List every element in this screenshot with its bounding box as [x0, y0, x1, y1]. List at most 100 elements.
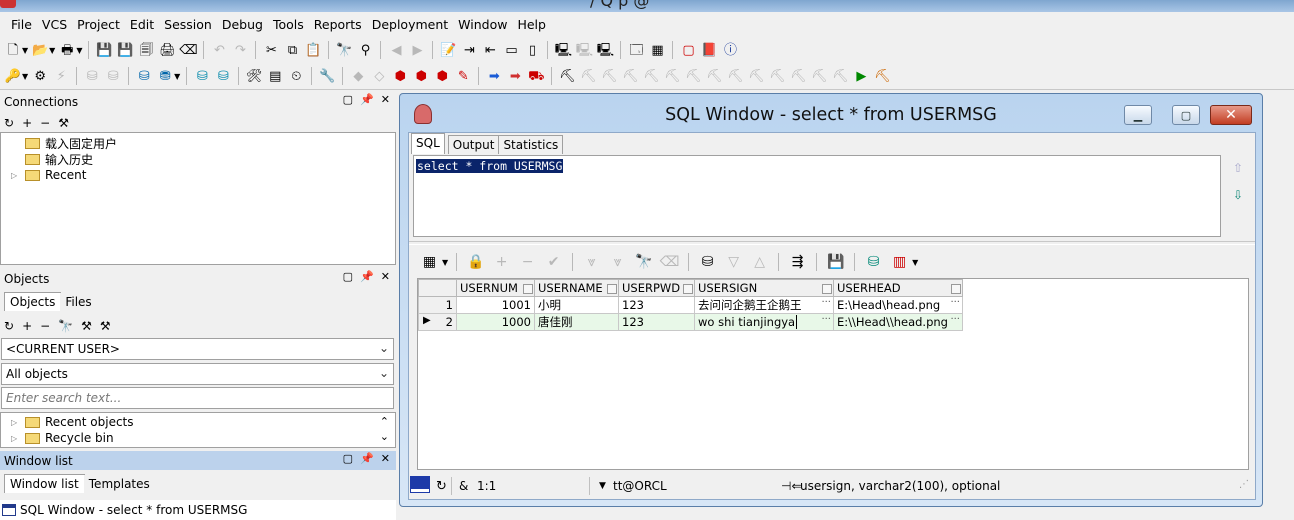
truck-icon[interactable]: ⛟ — [527, 67, 545, 85]
chevron-down-icon[interactable]: ▼ — [22, 72, 28, 81]
tab-output[interactable]: Output — [447, 135, 500, 154]
session-icon-13[interactable]: ⛏ — [810, 67, 828, 85]
info-icon[interactable]: ⓘ — [721, 41, 739, 59]
refresh-icon[interactable]: ↻ — [436, 479, 447, 494]
db-plus-icon[interactable]: ⛁ — [193, 67, 211, 85]
sort-button[interactable] — [683, 284, 693, 294]
column-header[interactable]: USERNUM — [456, 279, 535, 297]
pin-icon[interactable]: 📌 — [360, 270, 374, 283]
pane-splitter[interactable] — [409, 241, 1255, 245]
tab-files[interactable]: Files — [60, 293, 97, 311]
pin-icon[interactable]: 📌 — [360, 452, 374, 465]
close-icon[interactable]: ✕ — [381, 93, 390, 106]
session-stop-icon[interactable]: ⛏ — [873, 67, 891, 85]
chart-icon[interactable]: ▥ — [889, 253, 910, 271]
delete-record-icon[interactable]: − — [517, 253, 538, 271]
tree-scrollbar[interactable]: ⌃ ⌄ — [380, 414, 389, 444]
tab-statistics[interactable]: Statistics — [498, 135, 564, 154]
arrow-down-icon[interactable]: ⇩ — [1233, 188, 1243, 202]
table-cell[interactable]: 123 — [618, 313, 695, 331]
paste-icon[interactable]: 📋 — [304, 41, 322, 59]
table-icon[interactable]: ▤ — [266, 67, 284, 85]
record-edit-icon[interactable]: ✎ — [454, 67, 472, 85]
unindent-icon[interactable]: ⇤ — [481, 41, 499, 59]
indent-icon[interactable]: ⇥ — [460, 41, 478, 59]
redo-icon[interactable]: ↷ — [231, 41, 249, 59]
eraser-icon[interactable]: ◇ — [370, 67, 388, 85]
cut-icon[interactable]: ✂ — [262, 41, 280, 59]
tab-sql[interactable]: SQL — [411, 133, 445, 154]
undo-icon[interactable]: ↶ — [210, 41, 228, 59]
properties-icon[interactable]: ⚒ — [58, 116, 69, 130]
tree-item-recent-objects[interactable]: ▷ Recent objects — [11, 415, 134, 429]
expand-icon[interactable]: ▷ — [11, 171, 19, 180]
chevron-down-icon[interactable]: ▼ — [49, 46, 55, 55]
table-row[interactable]: 1 1001 小明 123 去问问企鹅王企鹅王 ··· E:\Head\head.… — [418, 296, 963, 314]
export-icon[interactable]: ⇶ — [787, 253, 808, 271]
open-icon[interactable]: 📂 — [31, 41, 49, 59]
table-row-current[interactable]: ▶ 2 1000 唐佳刚 123 wo shi tianjingya ··· E:\… — [418, 313, 963, 331]
bookmark-icon[interactable]: ◆ — [349, 67, 367, 85]
close-button[interactable]: ✕ — [1210, 105, 1252, 125]
uncomment-icon[interactable]: ▯ — [523, 41, 541, 59]
save-icon[interactable]: 💾 — [825, 253, 846, 271]
arrow-right-icon[interactable]: ➡ — [485, 67, 503, 85]
ellipsis-button[interactable]: ··· — [821, 315, 831, 326]
close-icon[interactable]: ✕ — [381, 452, 390, 465]
edit-icon[interactable]: ⚒ — [100, 319, 111, 333]
filter-down-icon[interactable]: ▽ — [723, 253, 744, 271]
goto-forward-icon[interactable]: ▶ — [408, 41, 426, 59]
session-icon-11[interactable]: ⛏ — [768, 67, 786, 85]
session-icon-7[interactable]: ⛏ — [684, 67, 702, 85]
column-header[interactable]: USERHEAD — [833, 279, 963, 297]
minimize-button[interactable]: ▁ — [1124, 105, 1152, 125]
chevron-down-icon[interactable]: ▼ — [76, 46, 82, 55]
sort-button[interactable] — [523, 284, 533, 294]
arrow-right2-icon[interactable]: ➡ — [506, 67, 524, 85]
session-icon-4[interactable]: ⛏ — [621, 67, 639, 85]
record-icon[interactable]: ⬢ — [391, 67, 409, 85]
goto-back-icon[interactable]: ◀ — [387, 41, 405, 59]
menu-edit[interactable]: Edit — [125, 17, 159, 32]
table-cell[interactable]: 1001 — [456, 296, 535, 314]
key-icon[interactable]: 🔑 — [4, 67, 22, 85]
sort-button[interactable] — [822, 284, 832, 294]
expand-icon[interactable]: ▷ — [11, 418, 19, 427]
chevron-down-icon[interactable]: ⌄ — [379, 366, 389, 380]
new-icon[interactable]: 🗋 — [4, 41, 22, 59]
insert-record-icon[interactable]: + — [491, 253, 512, 271]
tile-icon[interactable]: ▦ — [648, 41, 666, 59]
describe-icon[interactable]: 🖳 — [596, 41, 614, 59]
remove-icon[interactable]: − — [40, 319, 50, 333]
table-cell[interactable]: 唐佳刚 — [534, 313, 619, 331]
window-list-icon[interactable]: 🗔 — [627, 41, 645, 59]
chevron-down-icon[interactable]: ▼ — [442, 258, 448, 267]
table-cell[interactable]: 去问问企鹅王企鹅王 ··· — [694, 296, 834, 314]
find-icon[interactable]: 🔭 — [58, 319, 73, 333]
execute-script-icon[interactable]: 📝 — [439, 41, 457, 59]
menu-deployment[interactable]: Deployment — [367, 17, 453, 32]
column-header[interactable]: USERSIGN — [694, 279, 834, 297]
close-icon[interactable]: ✕ — [381, 270, 390, 283]
fetch-next-icon[interactable]: ⩔ — [581, 253, 602, 271]
remove-icon[interactable]: − — [40, 116, 50, 130]
table-cell-editing[interactable]: wo shi tianjingya ··· — [694, 313, 834, 331]
tree-item-fixed-users[interactable]: 载入固定用户 — [11, 135, 117, 152]
query-by-example-icon[interactable]: ⛁ — [697, 253, 718, 271]
filter-combo[interactable]: All objects ⌄ — [1, 363, 394, 385]
find-next-icon[interactable]: ⚲ — [356, 41, 374, 59]
arrow-up-icon[interactable]: ⇧ — [1233, 161, 1243, 175]
expand-icon[interactable]: ▷ — [11, 434, 19, 443]
session-icon-3[interactable]: ⛏ — [600, 67, 618, 85]
connection-label[interactable]: tt@ORCL — [613, 479, 667, 493]
db-sql-dropdown-icon[interactable]: ⛃ — [156, 67, 174, 85]
session-icon-2[interactable]: ⛏ — [579, 67, 597, 85]
chevron-down-icon[interactable]: ▼ — [912, 258, 918, 267]
ellipsis-button[interactable]: ··· — [950, 315, 960, 326]
chevron-down-icon[interactable]: ▼ — [599, 481, 606, 491]
session-icon-6[interactable]: ⛏ — [663, 67, 681, 85]
user-combo[interactable]: <CURRENT USER> ⌄ — [1, 338, 394, 360]
menu-window[interactable]: Window — [453, 17, 512, 32]
window-list-item[interactable]: SQL Window - select * from USERMSG — [0, 500, 396, 520]
menu-reports[interactable]: Reports — [309, 17, 367, 32]
